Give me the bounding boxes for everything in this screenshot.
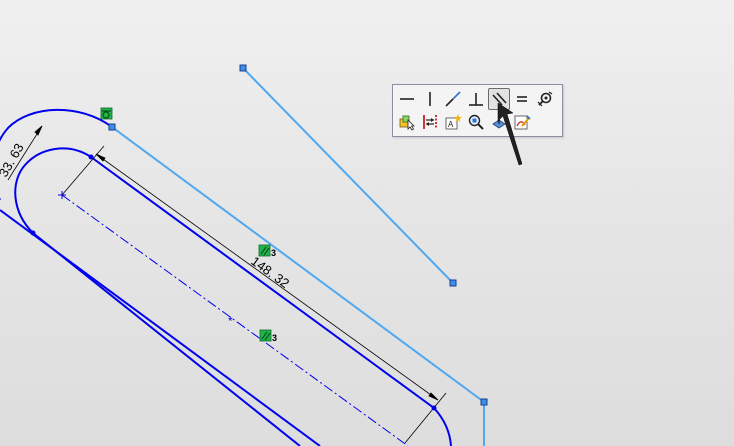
parallel-relation-icon — [492, 92, 507, 106]
endpoint-handle[interactable] — [239, 64, 247, 72]
perpendicular-relation-button[interactable] — [465, 88, 487, 110]
perpendicular-relation-icon — [469, 93, 483, 106]
relation-count-upper: 3 — [271, 248, 276, 258]
inner-top-line[interactable] — [90, 156, 435, 409]
parallel-relation-glyph-lower[interactable] — [259, 329, 272, 342]
smart-dimension-icon: A — [445, 114, 462, 130]
parallel-relation-button[interactable] — [488, 88, 510, 110]
inner-arc[interactable] — [14, 147, 92, 234]
zoom-selection-button[interactable] — [465, 111, 487, 133]
zoom-selection-icon — [468, 114, 484, 130]
endpoint-handle[interactable] — [108, 123, 116, 131]
sketch-canvas[interactable]: * 148. 32 33. 63 3 3 — [0, 0, 734, 446]
select-other-button[interactable] — [396, 111, 418, 133]
smart-dimension-button[interactable]: A — [442, 111, 464, 133]
equal-relation-button[interactable] — [511, 88, 533, 110]
dimension-arrow-right — [428, 392, 439, 401]
context-toolbar-row-tools: A — [396, 111, 534, 133]
radius-dimension-text[interactable]: 33. 63 — [0, 141, 27, 180]
relation-count-lower: 3 — [272, 333, 277, 343]
endpoint-handle[interactable] — [449, 279, 457, 287]
construction-centerline[interactable] — [61, 194, 409, 446]
extension-line-right — [404, 392, 447, 444]
construction-geometry-button[interactable] — [419, 111, 441, 133]
context-toolbar: A — [392, 84, 563, 137]
collinear-relation-icon — [445, 91, 461, 107]
svg-text:A: A — [448, 120, 454, 129]
centerline-midpoint-marker: * — [228, 314, 233, 328]
sketch-point[interactable] — [88, 154, 94, 160]
fix-relation-button[interactable] — [534, 88, 556, 110]
context-toolbar-row-relations — [396, 88, 557, 110]
radius-dimension-arrow — [34, 125, 43, 136]
horizontal-relation-icon — [400, 98, 414, 100]
sketch-point[interactable] — [30, 230, 36, 236]
edit-sketch-button[interactable] — [511, 111, 533, 133]
endpoint-handle[interactable] — [480, 398, 488, 406]
length-dimension-text[interactable]: 148. 32 — [248, 253, 292, 291]
fix-relation-icon — [537, 91, 553, 107]
horizontal-relation-button[interactable] — [396, 88, 418, 110]
normal-to-button[interactable] — [488, 111, 510, 133]
inner-end-arc[interactable] — [433, 407, 452, 446]
vertical-relation-icon — [429, 92, 431, 106]
normal-to-icon — [492, 114, 506, 129]
parallel-relation-glyph-upper[interactable] — [258, 244, 271, 257]
select-other-icon — [399, 115, 415, 131]
collinear-relation-button[interactable] — [442, 88, 464, 110]
edit-sketch-icon — [514, 115, 531, 130]
sketch-point[interactable] — [431, 405, 437, 411]
dimension-arrow-left — [95, 153, 106, 162]
slot-inner-profile[interactable] — [14, 147, 452, 446]
equal-relation-icon — [517, 96, 527, 102]
construction-geometry-icon — [423, 115, 437, 129]
selected-line-slot[interactable] — [111, 126, 485, 403]
tangent-relation-glyph[interactable] — [100, 107, 113, 120]
vertical-relation-button[interactable] — [419, 88, 441, 110]
